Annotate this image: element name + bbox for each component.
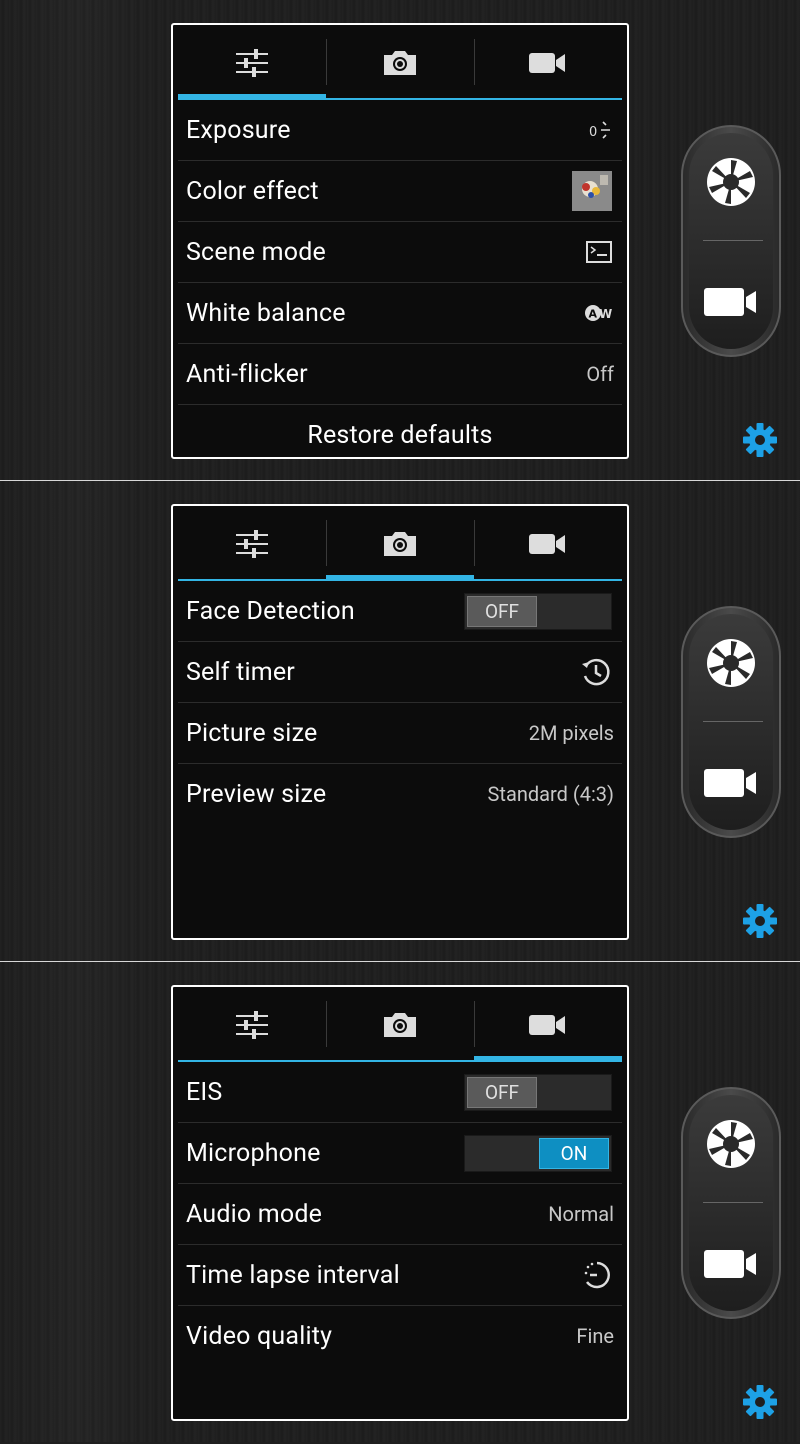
capture-controls <box>681 125 781 357</box>
self-timer-icon <box>580 656 622 688</box>
setting-white-balance[interactable]: White balance AW <box>178 283 622 344</box>
capture-controls <box>681 1087 781 1319</box>
setting-value: Normal <box>548 1202 614 1226</box>
sliders-icon <box>236 48 268 77</box>
svg-text:A: A <box>589 308 598 321</box>
video-camera-icon <box>529 1014 565 1035</box>
setting-self-timer[interactable]: Self timer <box>178 642 622 703</box>
shutter-icon <box>707 158 755 206</box>
shutter-button[interactable] <box>701 633 761 693</box>
video-camera-icon <box>529 533 565 554</box>
setting-face-detection[interactable]: Face Detection OFF <box>178 581 622 642</box>
setting-color-effect[interactable]: Color effect <box>178 161 622 222</box>
setting-scene-mode[interactable]: Scene mode <box>178 222 622 283</box>
camera-settings-screen-3: EIS OFF Microphone ON Audio mode Normal … <box>0 962 800 1442</box>
settings-list: Face Detection OFF Self timer Picture si… <box>178 581 622 824</box>
tab-video-settings[interactable] <box>474 25 622 100</box>
scene-mode-icon <box>586 241 622 263</box>
exposure-icon: 0 <box>588 118 622 142</box>
settings-panel: Exposure 0 Color effect Scene mode White… <box>171 23 629 459</box>
restore-defaults-label: Restore defaults <box>307 420 493 450</box>
shutter-button[interactable] <box>701 1114 761 1174</box>
video-record-button[interactable] <box>701 1234 761 1294</box>
video-record-icon <box>704 1250 756 1278</box>
setting-value: Fine <box>576 1324 614 1348</box>
camera-settings-screen-2: Face Detection OFF Self timer Picture si… <box>0 481 800 961</box>
camera-icon <box>384 531 416 556</box>
setting-label: Microphone <box>186 1138 321 1168</box>
capture-controls <box>681 606 781 838</box>
setting-picture-size[interactable]: Picture size 2M pixels <box>178 703 622 764</box>
setting-label: EIS <box>186 1077 223 1107</box>
tab-general-settings[interactable] <box>178 506 326 581</box>
toggle-state: OFF <box>467 595 537 627</box>
settings-list: EIS OFF Microphone ON Audio mode Normal … <box>178 1062 622 1366</box>
tab-video-settings[interactable] <box>474 506 622 581</box>
camera-settings-screen-1: Exposure 0 Color effect Scene mode White… <box>0 0 800 480</box>
auto-white-balance-icon: AW <box>584 303 622 323</box>
setting-eis[interactable]: EIS OFF <box>178 1062 622 1123</box>
gear-icon[interactable] <box>740 420 780 460</box>
shutter-button[interactable] <box>701 152 761 212</box>
camera-icon <box>384 1012 416 1037</box>
shutter-icon <box>707 1120 755 1168</box>
setting-microphone[interactable]: Microphone ON <box>178 1123 622 1184</box>
time-lapse-icon <box>582 1260 622 1290</box>
setting-label: Anti-flicker <box>186 359 308 389</box>
setting-label: Picture size <box>186 718 318 748</box>
setting-label: Face Detection <box>186 596 355 626</box>
settings-panel: Face Detection OFF Self timer Picture si… <box>171 504 629 940</box>
setting-label: Video quality <box>186 1321 333 1351</box>
video-record-button[interactable] <box>701 753 761 813</box>
video-record-icon <box>704 769 756 797</box>
setting-label: Preview size <box>186 779 327 809</box>
gear-icon[interactable] <box>740 901 780 941</box>
sliders-icon <box>236 529 268 558</box>
setting-value: Standard (4:3) <box>487 782 614 806</box>
tab-general-settings[interactable] <box>178 987 326 1062</box>
tab-photo-settings[interactable] <box>326 987 474 1062</box>
face-detection-toggle[interactable]: OFF <box>464 592 612 630</box>
setting-exposure[interactable]: Exposure 0 <box>178 100 622 161</box>
setting-preview-size[interactable]: Preview size Standard (4:3) <box>178 764 622 824</box>
setting-label: Time lapse interval <box>186 1260 400 1290</box>
camera-icon <box>384 50 416 75</box>
setting-label: Color effect <box>186 176 319 206</box>
microphone-toggle[interactable]: ON <box>464 1134 612 1172</box>
video-camera-icon <box>529 52 565 73</box>
shutter-icon <box>707 639 755 687</box>
setting-audio-mode[interactable]: Audio mode Normal <box>178 1184 622 1245</box>
video-record-icon <box>704 288 756 316</box>
svg-text:W: W <box>599 307 612 321</box>
settings-tabs <box>178 506 622 581</box>
setting-time-lapse-interval[interactable]: Time lapse interval <box>178 1245 622 1306</box>
settings-tabs <box>178 25 622 100</box>
settings-panel: EIS OFF Microphone ON Audio mode Normal … <box>171 985 629 1421</box>
video-record-button[interactable] <box>701 272 761 332</box>
tab-video-settings[interactable] <box>474 987 622 1062</box>
gear-icon[interactable] <box>740 1382 780 1422</box>
toggle-state: ON <box>539 1137 609 1169</box>
setting-value: Off <box>586 362 614 386</box>
setting-label: White balance <box>186 298 346 328</box>
setting-label: Scene mode <box>186 237 326 267</box>
settings-list: Exposure 0 Color effect Scene mode White… <box>178 100 622 465</box>
setting-label: Exposure <box>186 115 291 145</box>
setting-value: 2M pixels <box>528 721 614 745</box>
svg-text:0: 0 <box>589 125 597 140</box>
settings-tabs <box>178 987 622 1062</box>
eis-toggle[interactable]: OFF <box>464 1073 612 1111</box>
color-effect-thumbnail-icon <box>572 171 622 211</box>
setting-label: Audio mode <box>186 1199 323 1229</box>
setting-video-quality[interactable]: Video quality Fine <box>178 1306 622 1366</box>
tab-photo-settings[interactable] <box>326 25 474 100</box>
toggle-state: OFF <box>467 1076 537 1108</box>
tab-general-settings[interactable] <box>178 25 326 100</box>
restore-defaults-button[interactable]: Restore defaults <box>178 405 622 465</box>
sliders-icon <box>236 1010 268 1039</box>
setting-label: Self timer <box>186 657 295 687</box>
setting-anti-flicker[interactable]: Anti-flicker Off <box>178 344 622 405</box>
tab-photo-settings[interactable] <box>326 506 474 581</box>
